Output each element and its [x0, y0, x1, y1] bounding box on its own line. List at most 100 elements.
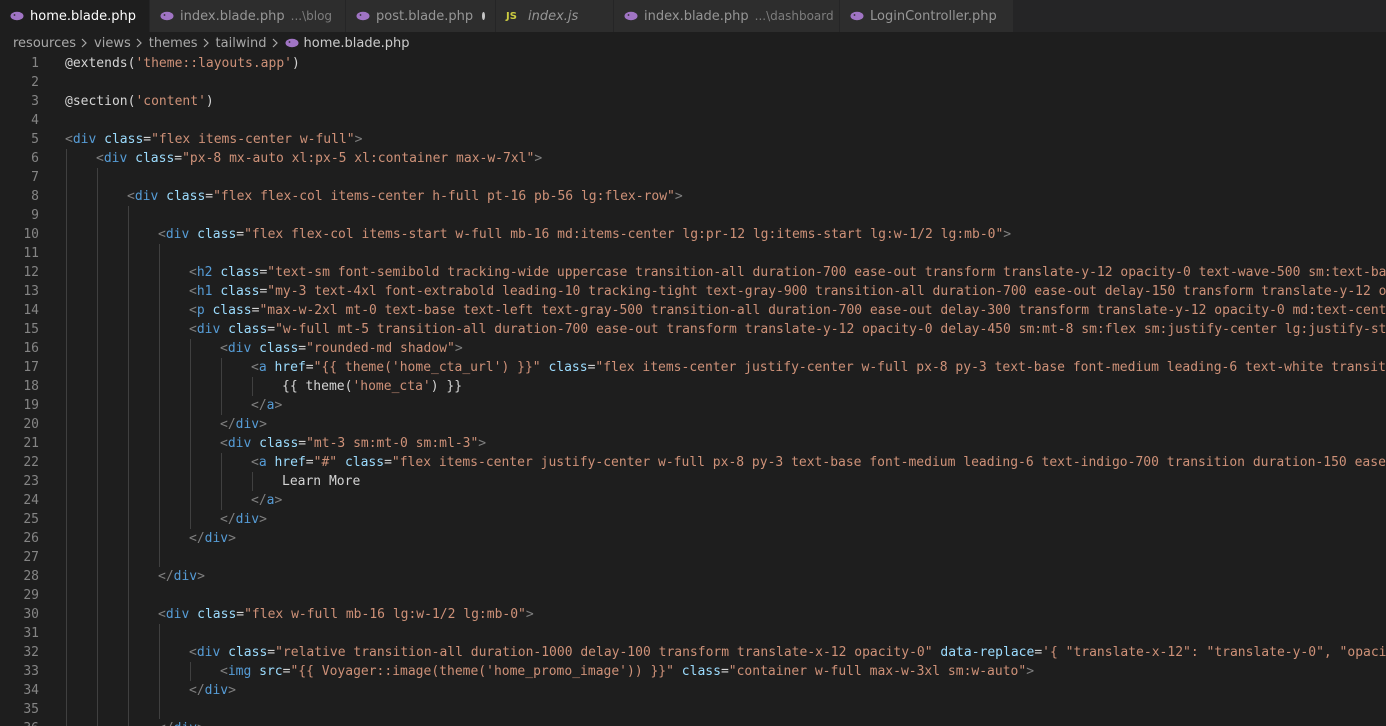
code-line[interactable]: 7: [0, 168, 1386, 187]
breadcrumb-item[interactable]: tailwind: [216, 36, 267, 51]
tab-4[interactable]: index.blade.php ...\dashboard: [614, 0, 840, 32]
code-line[interactable]: 18 {{ theme('home_cta') }}: [0, 377, 1386, 396]
code-line[interactable]: 15 <div class="w-full mt-5 transition-all…: [0, 320, 1386, 339]
code-line[interactable]: 33 <img src = "{{ Voyager::image(theme('hom…: [0, 662, 1386, 681]
indent-guide: [128, 662, 129, 681]
indent-guide: [128, 225, 129, 244]
code-editor[interactable]: 1 @extends('theme::layouts.app') 2 3 @sectio…: [0, 54, 1386, 726]
indent-guide: [159, 244, 160, 263]
indent-guide: [66, 434, 67, 453]
indent-guide: [190, 510, 191, 529]
code-line[interactable]: 25 </div>: [0, 510, 1386, 529]
code-token: <: [189, 284, 197, 299]
tab-label: LoginController.php: [870, 8, 997, 24]
code-line[interactable]: 23 Learn More: [0, 472, 1386, 491]
code-token: >: [197, 721, 205, 726]
indent-guide: [221, 358, 222, 377]
code-token: "mt-3 sm:mt-0 sm:ml-3": [306, 436, 479, 451]
code-line[interactable]: 26 </div>: [0, 529, 1386, 548]
indent-guide: [66, 681, 67, 700]
code-line[interactable]: 34 </div>: [0, 681, 1386, 700]
code-line[interactable]: 12 <h2 class="text-sm font-semibold track…: [0, 263, 1386, 282]
tab-2[interactable]: post.blade.php: [346, 0, 496, 32]
code-line[interactable]: 21 <div class="mt-3 sm:mt-0 sm:ml-3">: [0, 434, 1386, 453]
code-token: >: [525, 607, 534, 622]
code-line[interactable]: 17 <a href="{{ theme('home_cta_url') }}" …: [0, 358, 1386, 377]
unsaved-dot-icon[interactable]: [482, 12, 485, 20]
indent-guide: [128, 605, 129, 624]
code-line[interactable]: 22 <a href="#" class="flex items-center j…: [0, 453, 1386, 472]
code-line[interactable]: 8 <div class="flex flex-col items-center …: [0, 187, 1386, 206]
code-text: <div class="flex w-full mb-16 lg:w-1/2 l…: [158, 605, 534, 624]
code-token: "{{ theme('home_cta_url') }}": [313, 360, 541, 375]
indent-guide: [97, 263, 98, 282]
code-line[interactable]: 6 <div class="px-8 mx-auto xl:px-5 xl:con…: [0, 149, 1386, 168]
code-line[interactable]: 13 <h1 class="my-3 text-4xl font-extrabol…: [0, 282, 1386, 301]
code-text: <div class="w-full mt-5 transition-all d…: [189, 320, 1386, 339]
code-token: <: [251, 360, 259, 375]
code-line[interactable]: 14 <p class="max-w-2xl mt-0 text-base tex…: [0, 301, 1386, 320]
code-line[interactable]: 1 @extends('theme::layouts.app'): [0, 54, 1386, 73]
code-text: <div class="flex flex-col items-start w-…: [158, 225, 1011, 244]
breadcrumb-item[interactable]: views: [94, 36, 131, 51]
indent-guide: [66, 301, 67, 320]
code-line[interactable]: 30 <div class="flex w-full mb-16 lg:w-1/2…: [0, 605, 1386, 624]
tab-1[interactable]: index.blade.php ...\blog: [150, 0, 346, 32]
code-line[interactable]: 10 <div class="flex flex-col items-start …: [0, 225, 1386, 244]
tab-0[interactable]: home.blade.php: [0, 0, 150, 32]
code-token: img: [227, 664, 252, 679]
code-line[interactable]: 29: [0, 586, 1386, 605]
indent-guide: [66, 548, 67, 567]
code-text: </div>: [189, 529, 236, 548]
code-token: div: [227, 341, 252, 356]
breadcrumb-item[interactable]: resources: [13, 36, 76, 51]
code-token: =: [298, 341, 307, 356]
indent-guide: [128, 377, 129, 396]
code-line[interactable]: 16 <div class="rounded-md shadow">: [0, 339, 1386, 358]
code-line[interactable]: 4: [0, 111, 1386, 130]
indent-guide: [97, 225, 98, 244]
code-token: </: [251, 398, 267, 413]
code-line[interactable]: 35: [0, 700, 1386, 719]
code-line[interactable]: 9: [0, 206, 1386, 225]
indent-guide: [97, 168, 98, 187]
indent-guide: [66, 491, 67, 510]
code-text: {{ theme('home_cta') }}: [282, 377, 462, 396]
code-line[interactable]: 27: [0, 548, 1386, 567]
tab-3[interactable]: JS index.js: [496, 0, 614, 32]
code-token: "relative transition-all duration-1000 d…: [275, 645, 933, 660]
code-token: div: [165, 227, 190, 242]
code-token: >: [354, 132, 363, 147]
code-token: class: [220, 265, 260, 280]
line-number: 1: [31, 56, 39, 71]
indent-guide: [97, 548, 98, 567]
indent-guide: [66, 149, 67, 168]
tab-5[interactable]: LoginController.php: [840, 0, 1014, 32]
code-token: @extends(: [65, 56, 136, 71]
code-line[interactable]: 20 </div>: [0, 415, 1386, 434]
chevron-right-icon: [203, 38, 211, 48]
code-line[interactable]: 11: [0, 244, 1386, 263]
code-line[interactable]: 28 </div>: [0, 567, 1386, 586]
line-number: 26: [23, 531, 39, 546]
indent-guide: [66, 624, 67, 643]
code-line[interactable]: 36 </div>: [0, 719, 1386, 726]
code-token: >: [259, 417, 267, 432]
code-token: "container w-full max-w-3xl sm:w-auto": [728, 664, 1027, 679]
code-line[interactable]: 24 </a>: [0, 491, 1386, 510]
code-line[interactable]: 32 <div class="relative transition-all du…: [0, 643, 1386, 662]
code-line[interactable]: 19 </a>: [0, 396, 1386, 415]
code-token: </: [220, 512, 236, 527]
code-token: div: [134, 189, 159, 204]
code-line[interactable]: 31: [0, 624, 1386, 643]
code-line[interactable]: 2: [0, 73, 1386, 92]
line-number: 22: [23, 455, 39, 470]
code-line[interactable]: 5 <div class="flex items-center w-full">: [0, 130, 1386, 149]
code-text: <img src = "{{ Voyager::image(theme('home_…: [220, 662, 1034, 681]
code-line[interactable]: 3 @section('content'): [0, 92, 1386, 111]
code-token: "flex flex-col items-start w-full mb-16 …: [244, 227, 1004, 242]
breadcrumb-item[interactable]: home.blade.php: [304, 36, 410, 51]
breadcrumb-item[interactable]: themes: [149, 36, 198, 51]
code-token: src: [259, 664, 283, 679]
